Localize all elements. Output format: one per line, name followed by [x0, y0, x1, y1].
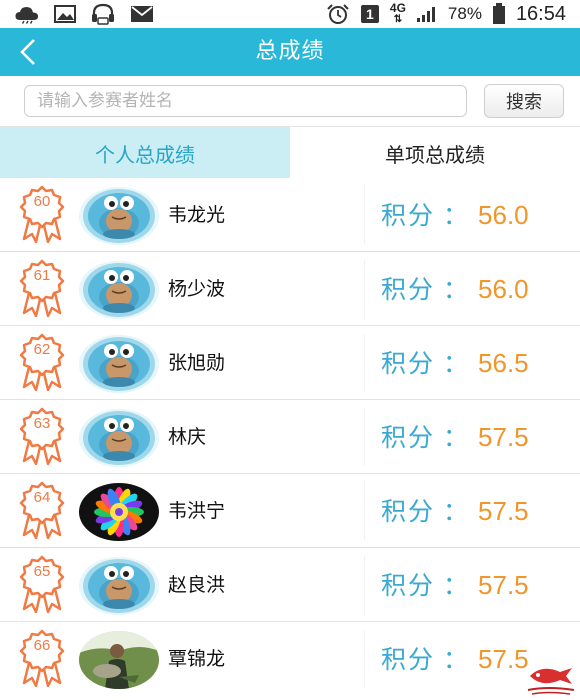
signal-icon	[416, 5, 438, 23]
divider	[364, 556, 365, 614]
score-colon: ：	[443, 275, 469, 304]
rank-badge: 66	[14, 629, 70, 687]
list-item[interactable]: 64 韦洪宁 积分： 57.5	[0, 474, 580, 548]
avatar	[79, 631, 159, 689]
score-colon: ：	[443, 645, 469, 674]
participant-name: 杨少波	[168, 278, 226, 300]
score: 积分： 57.5	[381, 548, 529, 622]
title-bar: 总成绩	[0, 28, 580, 76]
rank-badge: 62	[14, 333, 70, 391]
participant-name: 覃锦龙	[168, 648, 226, 670]
score-label: 积分	[381, 645, 436, 674]
avatar	[79, 409, 159, 467]
score-colon: ：	[443, 497, 469, 526]
page-title: 总成绩	[255, 39, 325, 64]
rank-badge: 63	[14, 407, 70, 465]
score: 积分： 57.5	[381, 400, 529, 474]
rank-number: 63	[33, 415, 51, 432]
score-colon: ：	[443, 571, 469, 600]
rank-badge: 60	[14, 185, 70, 243]
rank-number: 62	[33, 341, 51, 358]
score: 积分： 56.0	[381, 178, 529, 252]
list-item[interactable]: 62 张旭勋 积分： 56.5	[0, 326, 580, 400]
search-input[interactable]	[24, 85, 467, 117]
avatar	[79, 335, 159, 393]
score-label: 积分	[381, 201, 436, 230]
score-value: 56.5	[478, 348, 529, 378]
divider	[364, 408, 365, 466]
participant-name: 林庆	[168, 426, 207, 448]
rank-number: 60	[33, 193, 51, 210]
status-bar: 1 4G ⇅ 78% 16:54	[0, 0, 580, 28]
score-label: 积分	[381, 275, 436, 304]
tab-event-total[interactable]: 单项总成绩	[290, 127, 580, 179]
watermark-logo	[520, 660, 578, 698]
cloud-weather-icon	[14, 4, 40, 24]
list-item[interactable]: 66 覃锦龙 积分： 57.5	[0, 622, 580, 696]
image-icon	[54, 5, 76, 23]
network-type-label: 4G	[389, 1, 406, 15]
score: 积分： 56.5	[381, 326, 529, 400]
rank-badge: 64	[14, 481, 70, 539]
clock: 16:54	[515, 2, 566, 25]
divider	[364, 334, 365, 392]
mail-icon	[130, 5, 154, 23]
list-item[interactable]: 65 赵良洪 积分： 57.5	[0, 548, 580, 622]
score-label: 积分	[381, 497, 436, 526]
battery-icon	[492, 3, 506, 25]
participant-name: 张旭勋	[168, 352, 226, 374]
alarm-icon	[326, 3, 350, 25]
list-item[interactable]: 61 杨少波 积分： 56.0	[0, 252, 580, 326]
list-item[interactable]: 63 林庆 积分： 57.5	[0, 400, 580, 474]
sim-icon: 1	[360, 4, 380, 24]
divider	[364, 186, 365, 244]
participant-name: 韦龙光	[168, 204, 226, 226]
search-button[interactable]: 搜索	[484, 84, 564, 118]
battery-percent: 78%	[447, 4, 482, 23]
rank-badge: 61	[14, 259, 70, 317]
tab-individual-total[interactable]: 个人总成绩	[0, 127, 290, 179]
score: 积分： 56.0	[381, 252, 529, 326]
avatar	[79, 483, 159, 541]
score-label: 积分	[381, 571, 436, 600]
avatar	[79, 557, 159, 615]
divider	[364, 260, 365, 318]
avatar	[79, 261, 159, 319]
score-value: 56.0	[478, 200, 529, 230]
headset-icon	[90, 3, 116, 25]
score-list: 60 韦龙光 积分： 56.0 61 杨少波 积分 ： 56.0 62 张旭勋 …	[0, 178, 580, 700]
score-label: 积分	[381, 423, 436, 452]
score: 积分： 57.5	[381, 474, 529, 548]
score-colon: ：	[443, 201, 469, 230]
tab-bar: 个人总成绩 单项总成绩	[0, 126, 580, 179]
rank-number: 66	[33, 637, 51, 654]
avatar	[79, 187, 159, 245]
score: 积分： 57.5	[381, 622, 529, 696]
score-label: 积分	[381, 349, 436, 378]
list-item[interactable]: 60 韦龙光 积分： 56.0	[0, 178, 580, 252]
rank-number: 65	[33, 563, 51, 580]
score-colon: ：	[443, 349, 469, 378]
score-colon: ：	[443, 423, 469, 452]
search-bar: 搜索	[0, 76, 580, 126]
divider	[364, 482, 365, 540]
participant-name: 韦洪宁	[168, 500, 226, 522]
rank-number: 64	[33, 489, 51, 506]
network-type: 4G ⇅	[389, 1, 406, 25]
score-value: 57.5	[478, 496, 529, 526]
participant-name: 赵良洪	[168, 574, 226, 596]
score-value: 56.0	[478, 274, 529, 304]
rank-number: 61	[33, 267, 51, 284]
rank-badge: 65	[14, 555, 70, 613]
sim-slot-label: 1	[365, 6, 374, 22]
score-value: 57.5	[478, 570, 529, 600]
divider	[364, 630, 365, 688]
score-value: 57.5	[478, 422, 529, 452]
